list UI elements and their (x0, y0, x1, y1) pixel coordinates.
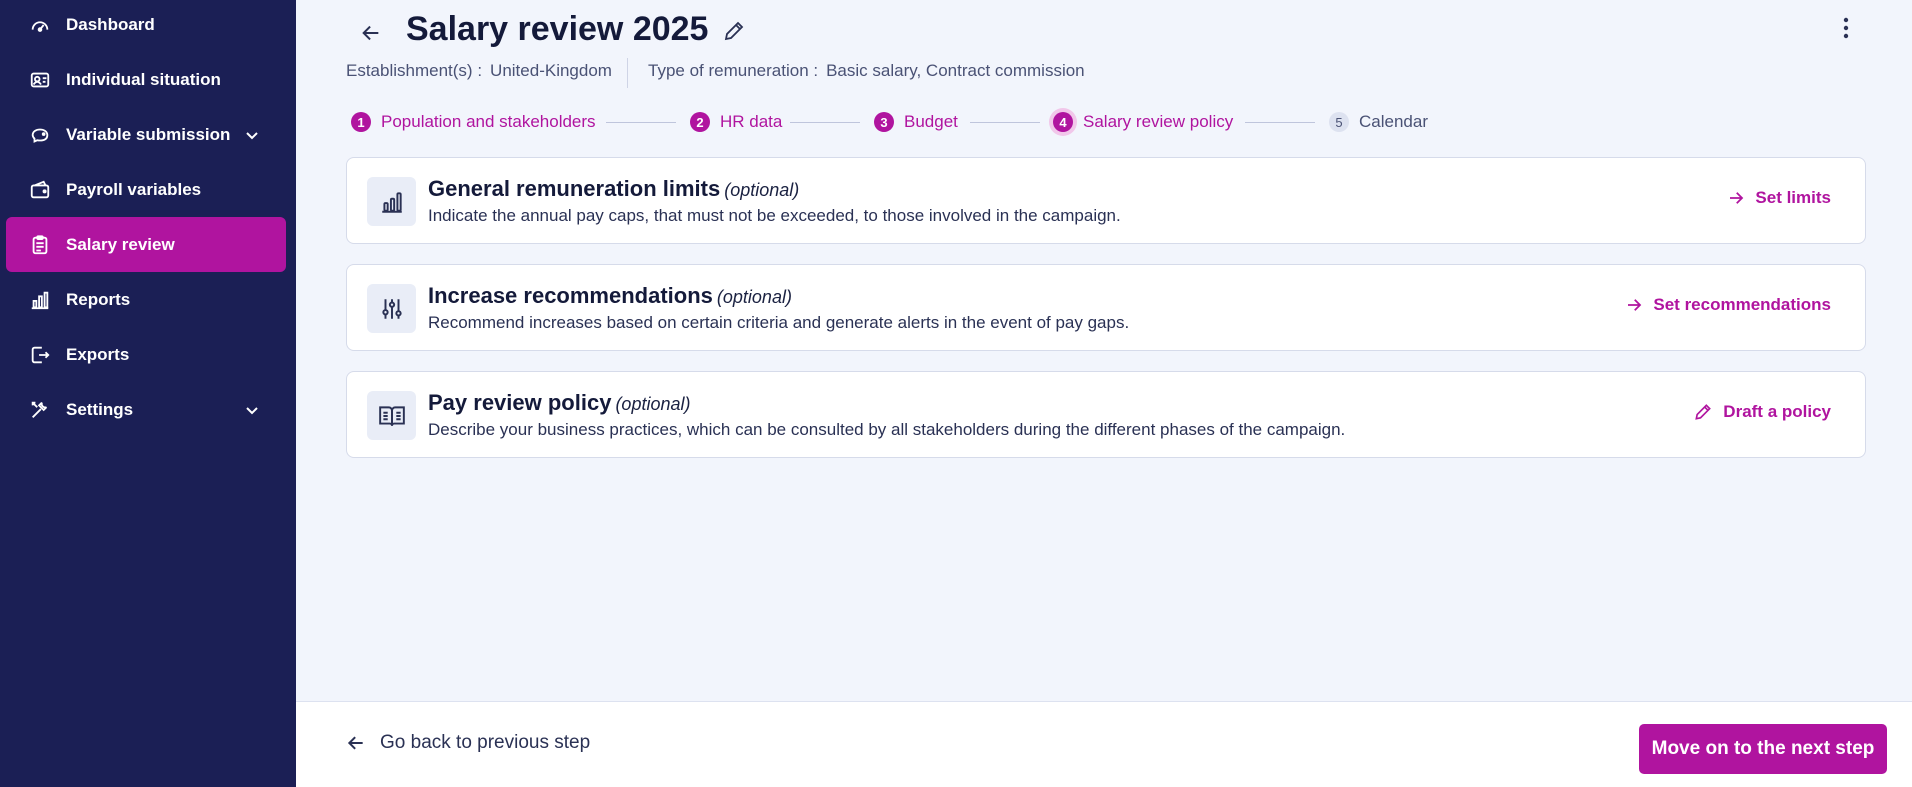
arrow-left-icon (347, 736, 363, 750)
pencil-icon (724, 21, 744, 41)
kebab-menu-icon (1843, 17, 1849, 39)
remuneration-value: Basic salary, Contract commission (826, 61, 1085, 80)
sliders-icon (367, 284, 416, 333)
sidebar-item-variable-submission[interactable]: Variable submission (6, 107, 286, 162)
set-recommendations-button[interactable]: Set recommendations (1625, 295, 1831, 315)
card-title-text: Pay review policy (428, 390, 612, 415)
card-title-text: General remuneration limits (428, 176, 721, 201)
sidebar: Dashboard Individual situation Variable … (0, 0, 296, 787)
bar-chart-icon (28, 288, 52, 312)
open-book-icon (367, 391, 416, 440)
bar-chart-icon (367, 177, 416, 226)
step-number: 1 (351, 112, 371, 132)
step-label: Budget (904, 112, 958, 131)
user-card-icon (28, 68, 52, 92)
clipboard-icon (28, 233, 52, 257)
sidebar-item-label: Reports (66, 289, 131, 309)
sidebar-item-exports[interactable]: Exports (6, 327, 286, 382)
chevron-down-icon (246, 406, 258, 414)
action-label: Draft a policy (1723, 402, 1831, 421)
edit-title-button[interactable] (722, 19, 746, 43)
card-title: Increase recommendations (optional) (428, 283, 792, 309)
sidebar-item-salary-review[interactable]: Salary review (6, 217, 286, 272)
step-hr-data[interactable]: 2 HR data (690, 110, 782, 134)
sidebar-item-label: Dashboard (66, 14, 155, 34)
back-arrow-button[interactable] (356, 18, 386, 48)
card-description: Indicate the annual pay caps, that must … (428, 206, 1121, 225)
next-step-button[interactable]: Move on to the next step (1639, 724, 1887, 774)
card-description: Describe your business practices, which … (428, 420, 1346, 439)
more-options-button[interactable] (1834, 14, 1858, 42)
step-connector (790, 122, 860, 123)
card-title-text: Increase recommendations (428, 283, 713, 308)
export-icon (28, 343, 52, 367)
sidebar-item-individual-situation[interactable]: Individual situation (6, 52, 286, 107)
sidebar-item-label: Settings (66, 399, 134, 419)
card-description: Recommend increases based on certain cri… (428, 313, 1130, 332)
chevron-down-icon (246, 131, 258, 139)
sidebar-item-dashboard[interactable]: Dashboard (6, 0, 286, 52)
establishment-label: Establishment(s) : (346, 61, 483, 80)
step-label: HR data (720, 112, 783, 131)
step-population-and-stakeholders[interactable]: 1 Population and stakeholders (351, 110, 596, 134)
arrow-right-icon (1730, 192, 1744, 204)
arrow-right-icon (1628, 299, 1642, 311)
step-number: 3 (874, 112, 894, 132)
previous-step-button[interactable]: Go back to previous step (346, 732, 590, 754)
pencil-icon (1695, 404, 1712, 420)
optional-tag: (optional) (724, 180, 800, 200)
action-label: Set recommendations (1653, 295, 1831, 314)
card-title: General remuneration limits (optional) (428, 176, 799, 202)
action-label: Set limits (1755, 188, 1831, 207)
card-title: Pay review policy (optional) (428, 390, 690, 416)
optional-tag: (optional) (716, 287, 792, 307)
piggy-bank-icon (28, 123, 52, 147)
step-number: 4 (1053, 112, 1073, 132)
footer-bar: Go back to previous step Move on to the … (296, 701, 1912, 787)
step-connector (606, 122, 676, 123)
step-label: Salary review policy (1083, 112, 1234, 131)
set-limits-button[interactable]: Set limits (1727, 188, 1831, 208)
remuneration-label: Type of remuneration : (648, 61, 819, 80)
remuneration-info: Type of remuneration : Basic salary, Cont… (648, 61, 1085, 81)
step-number: 5 (1329, 112, 1349, 132)
sidebar-item-label: Salary review (66, 234, 175, 254)
step-calendar[interactable]: 5 Calendar (1329, 110, 1428, 134)
tools-icon (28, 398, 52, 422)
sidebar-item-reports[interactable]: Reports (6, 272, 286, 327)
card-general-remuneration-limits: General remuneration limits (optional) In… (346, 157, 1866, 244)
meta-divider (627, 58, 628, 88)
sidebar-item-label: Variable submission (66, 124, 231, 144)
wallet-icon (28, 178, 52, 202)
establishment-value: United-Kingdom (490, 61, 612, 80)
gauge-icon (28, 13, 52, 37)
sidebar-item-payroll-variables[interactable]: Payroll variables (6, 162, 286, 217)
step-budget[interactable]: 3 Budget (874, 110, 958, 134)
step-salary-review-policy[interactable]: 4 Salary review policy (1053, 110, 1233, 134)
step-number: 2 (690, 112, 710, 132)
sidebar-item-label: Exports (66, 344, 130, 364)
previous-step-label: Go back to previous step (380, 732, 591, 753)
sidebar-item-label: Payroll variables (66, 179, 202, 199)
sidebar-item-label: Individual situation (66, 69, 221, 89)
page-title: Salary review 2025 (406, 10, 709, 48)
establishment-info: Establishment(s) : United-Kingdom (346, 61, 612, 81)
card-increase-recommendations: Increase recommendations (optional) Recom… (346, 264, 1866, 351)
step-connector (1245, 122, 1315, 123)
card-pay-review-policy: Pay review policy (optional) Describe you… (346, 371, 1866, 458)
step-label: Calendar (1359, 112, 1428, 131)
draft-policy-button[interactable]: Draft a policy (1693, 402, 1831, 422)
sidebar-item-settings[interactable]: Settings (6, 382, 286, 437)
optional-tag: (optional) (615, 394, 691, 414)
step-connector (970, 122, 1040, 123)
step-label: Population and stakeholders (381, 112, 596, 131)
arrow-left-icon (362, 25, 379, 41)
